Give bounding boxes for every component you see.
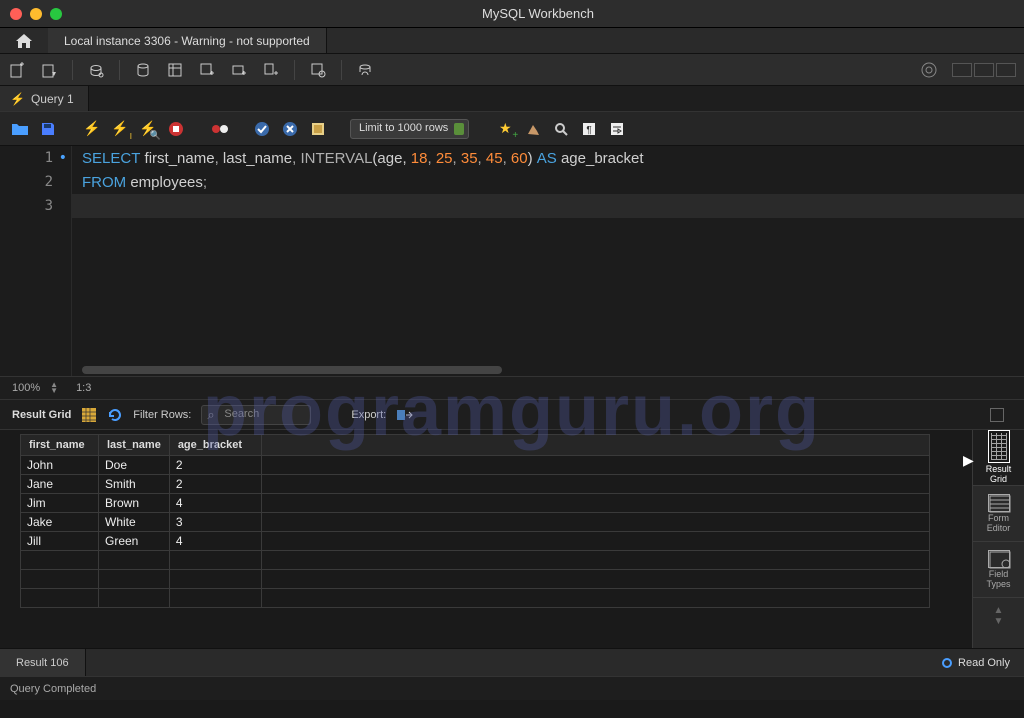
side-tab-label: Form Editor: [987, 514, 1011, 534]
connection-tabbar: Local instance 3306 - Warning - not supp…: [0, 28, 1024, 54]
db-tool-4-icon[interactable]: [230, 61, 248, 79]
execute-current-icon[interactable]: ⚡I: [110, 119, 130, 139]
db-tool-1-icon[interactable]: [134, 61, 152, 79]
toggle-autocommit-icon[interactable]: [210, 119, 230, 139]
code-area[interactable]: SELECT first_name, last_name, INTERVAL(a…: [82, 146, 1014, 218]
result-table[interactable]: first_namelast_nameage_bracketJohnDoe2Ja…: [20, 434, 930, 608]
query-tab[interactable]: ⚡ Query 1: [0, 86, 89, 111]
query-toolbar: ⚡ ⚡I ⚡🔍 Limit to 1000 rows ★+ ¶: [0, 112, 1024, 146]
invisible-chars-icon[interactable]: ¶: [579, 119, 599, 139]
open-sql-file-icon[interactable]: [40, 61, 58, 79]
editor-scrollbar[interactable]: [82, 366, 502, 374]
inspector-icon[interactable]: [87, 61, 105, 79]
close-window-button[interactable]: [10, 8, 22, 20]
result-grid[interactable]: first_namelast_nameage_bracketJohnDoe2Ja…: [0, 430, 972, 648]
side-panel-arrow-icon: ▶: [963, 452, 974, 469]
db-reconnect-icon[interactable]: [356, 61, 374, 79]
cursor-position: 1:3: [76, 382, 91, 394]
favorite-icon[interactable]: ★+: [495, 119, 515, 139]
filter-rows-label: Filter Rows:: [133, 409, 191, 421]
svg-text:¶: ¶: [587, 125, 592, 136]
titlebar: MySQL Workbench: [0, 0, 1024, 28]
statusbar: Query Completed: [0, 676, 1024, 700]
toggle-bottom-panel[interactable]: [974, 63, 994, 77]
save-file-icon[interactable]: [38, 119, 58, 139]
execute-icon[interactable]: ⚡: [82, 119, 102, 139]
toggle-left-panel[interactable]: [952, 63, 972, 77]
result-grid-toolbar: Result Grid Filter Rows: Search Export:: [0, 400, 1024, 430]
result-grid-label: Result Grid: [12, 409, 71, 421]
status-message: Query Completed: [10, 683, 96, 695]
grid-view-icon[interactable]: [81, 407, 97, 423]
row-limit-selector[interactable]: Limit to 1000 rows: [350, 119, 469, 139]
zoom-pct: 100%: [12, 382, 40, 394]
word-wrap-icon[interactable]: [607, 119, 627, 139]
field-types-icon: [988, 550, 1010, 568]
sql-editor[interactable]: 1 2 3 SELECT first_name, last_name, INTE…: [0, 146, 1024, 376]
result-tab[interactable]: Result 106: [0, 649, 86, 676]
side-tab-form-editor[interactable]: Form Editor: [973, 486, 1024, 542]
filter-search-input[interactable]: Search: [201, 405, 311, 425]
line-number: 3: [0, 194, 71, 218]
form-icon: [988, 494, 1010, 512]
readonly-indicator: Read Only: [928, 657, 1024, 669]
db-tool-5-icon[interactable]: [262, 61, 280, 79]
wrap-cell-checkbox[interactable]: [990, 408, 1004, 422]
settings-icon[interactable]: [920, 61, 938, 79]
editor-status-row: 100% ▲▼ 1:3: [0, 376, 1024, 400]
stop-icon[interactable]: [166, 119, 186, 139]
results-area: first_namelast_nameage_bracketJohnDoe2Ja…: [0, 430, 1024, 648]
open-file-icon[interactable]: [10, 119, 30, 139]
maximize-window-button[interactable]: [50, 8, 62, 20]
line-number: 1: [0, 146, 71, 170]
lightning-icon: ⚡: [10, 92, 25, 106]
refresh-icon[interactable]: [107, 407, 123, 423]
side-tab-label: Result Grid: [986, 465, 1012, 485]
explain-icon[interactable]: ⚡🔍: [138, 119, 158, 139]
line-gutter: 1 2 3: [0, 146, 72, 376]
rollback-icon[interactable]: [280, 119, 300, 139]
find-icon[interactable]: [551, 119, 571, 139]
toggle-limit-icon[interactable]: [308, 119, 328, 139]
connection-tab[interactable]: Local instance 3306 - Warning - not supp…: [48, 28, 327, 53]
db-tool-2-icon[interactable]: [166, 61, 184, 79]
grid-icon: [988, 430, 1010, 463]
export-label: Export:: [351, 409, 386, 421]
window-title: MySQL Workbench: [62, 6, 1014, 21]
readonly-icon: [942, 658, 952, 668]
commit-icon[interactable]: [252, 119, 272, 139]
result-side-panel: ▶ Result Grid Form Editor Field Types ▲▼: [972, 430, 1024, 648]
side-tab-label: Field Types: [986, 570, 1010, 590]
side-panel-nav[interactable]: ▲▼: [973, 598, 1024, 634]
new-sql-tab-icon[interactable]: [8, 61, 26, 79]
export-icon[interactable]: [396, 407, 412, 423]
readonly-label: Read Only: [958, 657, 1010, 669]
line-number: 2: [0, 170, 71, 194]
side-tab-field-types[interactable]: Field Types: [973, 542, 1024, 598]
db-tool-3-icon[interactable]: [198, 61, 216, 79]
db-search-icon[interactable]: [309, 61, 327, 79]
result-footer: Result 106 Read Only: [0, 648, 1024, 676]
home-button[interactable]: [0, 28, 48, 53]
traffic-lights: [10, 8, 62, 20]
panel-toggle-group: [952, 63, 1016, 77]
toggle-right-panel[interactable]: [996, 63, 1016, 77]
beautify-icon[interactable]: [523, 119, 543, 139]
main-toolbar: [0, 54, 1024, 86]
minimize-window-button[interactable]: [30, 8, 42, 20]
query-tab-row: ⚡ Query 1: [0, 86, 1024, 112]
zoom-control[interactable]: 100% ▲▼: [12, 382, 58, 394]
query-tab-label: Query 1: [31, 92, 74, 106]
side-tab-result-grid[interactable]: Result Grid: [973, 430, 1024, 486]
